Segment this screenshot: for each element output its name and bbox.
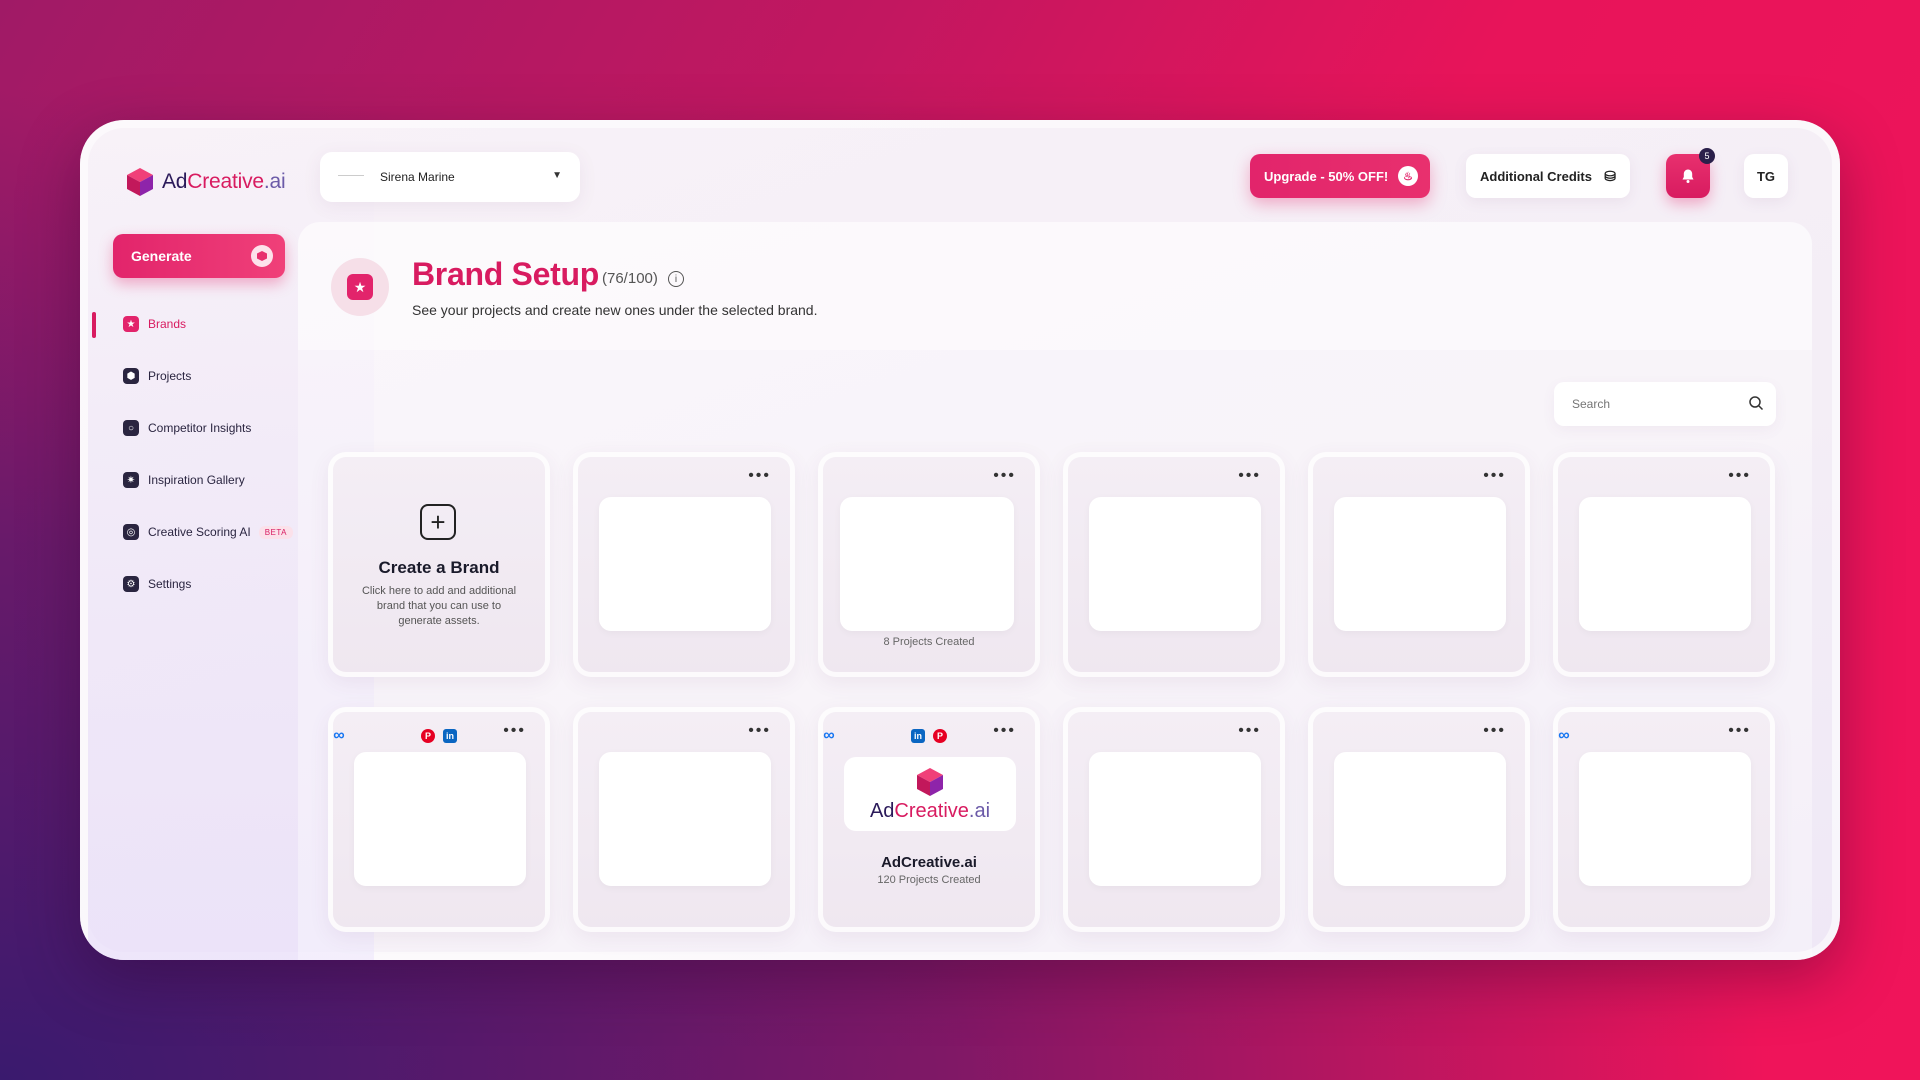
generate-label: Generate	[131, 248, 192, 264]
more-options-icon[interactable]: •••	[1483, 723, 1506, 739]
brand-card[interactable]: •••	[1063, 452, 1285, 677]
create-brand-title: Create a Brand	[378, 558, 500, 577]
sidebar-item-label: Competitor Insights	[148, 421, 252, 435]
brand-logo-text: AdCreative.ai	[869, 799, 991, 822]
notification-badge: 5	[1699, 148, 1715, 164]
brand-thumbnail	[599, 752, 771, 886]
search-icon: ○	[123, 420, 139, 436]
projects-count: 120 Projects Created	[877, 874, 981, 886]
upgrade-button[interactable]: Upgrade - 50% OFF! ♨	[1250, 154, 1430, 198]
caret-down-icon: ▼	[552, 170, 562, 181]
upgrade-label: Upgrade - 50% OFF!	[1264, 168, 1389, 184]
more-options-icon[interactable]: •••	[748, 723, 771, 739]
sidebar-item-label: Brands	[148, 317, 187, 331]
brand-setup-icon: ★	[331, 258, 389, 316]
more-options-icon[interactable]: •••	[1728, 723, 1751, 739]
brand-grid: + Create a Brand Click here to add and a…	[328, 452, 1775, 932]
cube-icon	[251, 245, 273, 267]
sidebar-item-label: Settings	[148, 577, 192, 591]
brand-count: (76/100)	[602, 270, 658, 287]
brand-card-adcreative[interactable]: in P ∞ ••• AdCreative.ai AdCreative.ai 1…	[818, 707, 1040, 932]
more-options-icon[interactable]: •••	[993, 723, 1016, 739]
sparkle-icon: ✷	[123, 472, 139, 488]
brand-card[interactable]: ∞ P in •••	[328, 707, 550, 932]
projects-count: 8 Projects Created	[883, 636, 975, 648]
pinterest-icon: P	[933, 729, 947, 743]
brand-card[interactable]: •••	[573, 707, 795, 932]
generate-button[interactable]: Generate	[113, 234, 285, 278]
notifications-button[interactable]: 5	[1666, 148, 1715, 198]
brand-selected-label: Sirena Marine	[380, 170, 455, 184]
more-options-icon[interactable]: •••	[1728, 468, 1751, 484]
linkedin-icon: in	[911, 729, 925, 743]
brand-thumbnail	[1579, 752, 1751, 886]
logo-text: AdCreative.ai	[162, 170, 286, 193]
more-options-icon[interactable]: •••	[748, 468, 771, 484]
more-options-icon[interactable]: •••	[503, 723, 526, 739]
gear-icon: ⚙	[123, 576, 139, 592]
brand-thumbnail	[840, 497, 1014, 631]
page-title: Brand Setup	[412, 256, 599, 292]
brand-thumbnail	[338, 175, 364, 185]
brand-card[interactable]: •••	[1553, 452, 1775, 677]
page-header: ★ Brand Setup (76/100) i See your projec…	[298, 222, 1812, 350]
search-input[interactable]	[1554, 382, 1734, 426]
user-avatar[interactable]: TG	[1744, 154, 1788, 198]
brand-card[interactable]: ••• 8 Projects Created	[818, 452, 1040, 677]
more-options-icon[interactable]: •••	[993, 468, 1016, 484]
sidebar-item-label: Inspiration Gallery	[148, 473, 245, 487]
score-icon: ◎	[123, 524, 139, 540]
brand-card[interactable]: •••	[1308, 707, 1530, 932]
star-icon: ★	[123, 316, 139, 332]
brand-thumbnail	[1334, 752, 1506, 886]
main-panel: ★ Brand Setup (76/100) i See your projec…	[298, 222, 1812, 960]
linkedin-icon: in	[443, 729, 457, 743]
info-icon[interactable]: i	[668, 271, 684, 287]
pinterest-icon: P	[421, 729, 435, 743]
credits-label: Additional Credits	[1480, 168, 1592, 184]
more-options-icon[interactable]: •••	[1238, 468, 1261, 484]
brand-selector[interactable]: Sirena Marine ▼	[320, 152, 580, 202]
coins-icon: ⛁	[1604, 168, 1616, 184]
beta-badge: BETA	[258, 525, 294, 539]
brand-thumbnail	[1089, 752, 1261, 886]
brand-card[interactable]: ∞ •••	[1553, 707, 1775, 932]
bell-icon	[1682, 169, 1694, 183]
create-brand-description: Click here to add and additional brand t…	[361, 585, 517, 627]
additional-credits-button[interactable]: Additional Credits ⛁	[1466, 154, 1630, 198]
brand-thumbnail	[1334, 497, 1506, 631]
meta-icon: ∞	[823, 727, 835, 744]
search-icon[interactable]	[1748, 395, 1764, 411]
brand-card[interactable]: •••	[573, 452, 795, 677]
cube-icon: ⬢	[123, 368, 139, 384]
brand-thumbnail	[599, 497, 771, 631]
flame-icon: ♨	[1398, 166, 1418, 186]
page-subtitle: See your projects and create new ones un…	[412, 302, 818, 318]
avatar-initials: TG	[1756, 168, 1776, 184]
brand-card[interactable]: •••	[1308, 452, 1530, 677]
brand-name: AdCreative.ai	[881, 854, 977, 871]
plus-icon: +	[420, 504, 456, 540]
brand-logo: AdCreative.ai	[844, 757, 1016, 831]
brand-thumbnail	[1579, 497, 1751, 631]
logo-cube-icon	[917, 767, 943, 796]
search-box	[1554, 382, 1776, 426]
logo-cube-icon	[127, 168, 153, 196]
sidebar-item-label: Creative Scoring AI	[148, 525, 251, 539]
more-options-icon[interactable]: •••	[1483, 468, 1506, 484]
brand-thumbnail	[1089, 497, 1261, 631]
create-brand-card[interactable]: + Create a Brand Click here to add and a…	[328, 452, 550, 677]
app-window: AdCreative.ai Generate ★ Brands ⬢ Projec…	[80, 120, 1840, 960]
meta-icon: ∞	[1558, 727, 1570, 744]
sidebar-item-label: Projects	[148, 369, 192, 383]
brand-thumbnail	[354, 752, 526, 886]
app-logo[interactable]: AdCreative.ai	[124, 166, 286, 198]
brand-card[interactable]: •••	[1063, 707, 1285, 932]
more-options-icon[interactable]: •••	[1238, 723, 1261, 739]
meta-icon: ∞	[333, 727, 345, 744]
star-icon: ★	[347, 274, 373, 300]
